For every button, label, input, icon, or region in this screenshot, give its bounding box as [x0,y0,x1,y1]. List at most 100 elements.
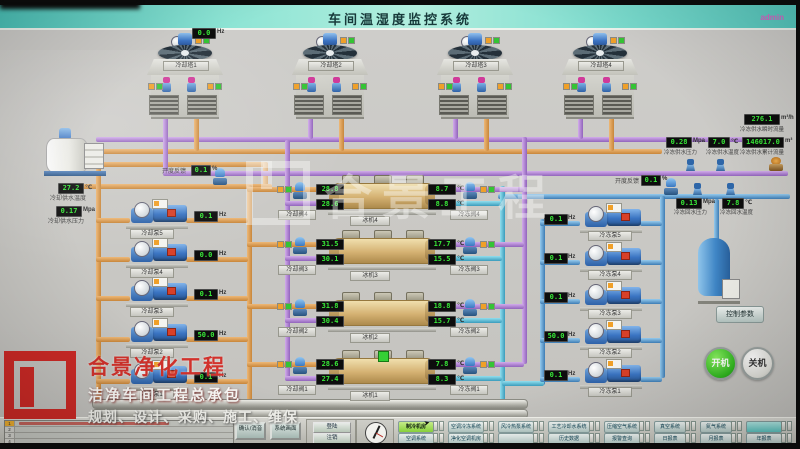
nav-hvac-cold-source[interactable]: 空调冷冻系统 [448,421,484,433]
ack-mute-button[interactable]: 确认/消音 [235,422,266,440]
cooling-pump-4[interactable] [124,238,190,268]
cooling-pump-3[interactable] [124,277,190,307]
alarm-list[interactable]: 1 2 3 4 [4,420,234,445]
nav-compressed-air[interactable]: 压缩空气系统 [604,421,640,433]
cooling-pump-5[interactable] [124,199,190,229]
chiller-label: 冰机2 [350,333,390,343]
alarm-row-number: 3 [5,433,15,438]
tower-grille [187,95,217,115]
pump-label: 冷冻泵4 [588,270,632,280]
sensor-label: 冷却供水温度 [50,193,86,202]
valve-label: 冷却阀4 [278,210,316,220]
scada-screen: 车间温湿度监控系统 admin [0,0,800,449]
dosing-tank[interactable] [46,128,104,176]
cooling-valve-icon[interactable] [293,182,307,200]
chilled-valve-icon[interactable] [463,237,477,255]
chiller-3[interactable] [332,230,432,270]
chilled-pump-3[interactable] [578,281,644,311]
chilled-valve-icon[interactable] [463,299,477,317]
valve-icon [187,77,196,92]
nav-indicator [731,421,742,431]
chilled-pump-4[interactable] [578,242,644,272]
temp-unit: ℃ [85,184,92,191]
tower-label: 冷却塔2 [308,61,354,71]
tower-grille [477,95,507,115]
status-indicator [438,83,453,90]
chilled-pump-5[interactable] [578,203,644,233]
tower-grille [332,95,362,115]
hz-unit: Hz [219,290,226,296]
temp-unit: ℃ [731,138,738,145]
cooling-tower-2[interactable]: 冷却塔2 [292,33,368,117]
chw-in-temp: 18.8 [428,301,456,312]
nav-indicator [685,433,696,443]
system-screen-button[interactable]: 系统画面 [270,422,301,440]
valve-label: 冷冻阀4 [450,210,488,220]
cooling-valve-icon[interactable] [293,237,307,255]
chiller-1[interactable] [332,350,432,390]
chiller-4[interactable] [332,175,432,215]
control-params-button[interactable]: 控制参数 [716,306,764,323]
start-button[interactable]: 开机 [704,347,737,380]
valve-icon [602,77,611,92]
alarm-row-number: 1 [5,421,15,426]
nav-extra-system[interactable] [746,421,782,433]
chw-supply-press-display: 0.28 [666,137,692,148]
cooling-tower-1[interactable]: 冷却塔1 [147,33,223,117]
pump-label: 冷冻泵2 [588,348,632,358]
valve-label: 冷却阀2 [278,327,316,337]
valve-feedback-label: 开度反馈 [615,176,639,185]
nav-indicator [639,433,650,443]
login-button[interactable]: 登陆 [313,422,351,433]
cooling-valve-icon[interactable] [293,299,307,317]
cooling-valve-icon[interactable] [293,357,307,375]
nav-vacuum[interactable]: 真空系统 [654,421,686,433]
pipe-sensor-icon [686,159,695,171]
inst-flow-display: 276.1 [744,114,780,125]
flow-unit: m³/h [781,115,794,121]
nav-indicator [483,421,494,431]
valve-label: 冷冻阀2 [450,327,488,337]
chilled-pump-2[interactable] [578,320,644,350]
stop-button[interactable]: 关机 [741,347,774,380]
manual-valve-icon[interactable] [768,157,784,172]
fan-icon [303,45,357,61]
pipe-segment [96,149,662,154]
expansion-tank[interactable] [698,238,740,304]
cw-in-temp: 28.6 [316,359,344,370]
press-unit: Mpa [703,199,715,205]
logged-in-user[interactable]: admin [760,13,784,22]
hz-unit: Hz [568,215,575,221]
login-panel: 登陆 注销 [306,419,356,445]
sensor-label: 冷冻供水瞬时流量 [740,125,784,133]
cooling-pump-2[interactable] [124,318,190,348]
hz-unit: Hz [219,251,226,257]
cooling-tower-4[interactable]: 冷却塔4 [562,33,638,117]
flow-unit: m³ [785,138,792,144]
valve-icon [307,77,316,92]
valve-icon [477,77,486,92]
cooling-pump-1[interactable] [124,360,190,390]
nav-process-cooling-water[interactable]: 工艺冷却水系统 [548,421,590,433]
nav-nitrogen[interactable]: 氮气系统 [700,421,732,433]
chiller-2[interactable] [332,292,432,332]
nav-indicator [533,433,544,443]
brand-logo-icon [4,351,78,421]
chilled-pump-1[interactable] [578,359,644,389]
temp-unit: ℃ [457,375,464,382]
status-indicator [480,303,495,310]
valve-label: 冷冻阀3 [450,265,488,275]
chw-out-temp: 8.3 [428,374,456,385]
valve-icon [162,77,171,92]
chilled-valve-icon[interactable] [463,182,477,200]
temp-unit: ℃ [457,360,464,367]
nav-air-cooled-heat-pump[interactable]: 风冷热泵系统 [498,421,534,433]
monitor-bezel [0,443,800,449]
pump-label: 冷冻泵1 [588,387,632,397]
chw-out-temp: 8.8 [428,199,456,210]
cw-out-temp: 27.4 [316,374,344,385]
temp-unit: ℃ [457,317,464,324]
pipe-segment [522,137,527,364]
chilled-valve-icon[interactable] [463,357,477,375]
cooling-tower-3[interactable]: 冷却塔3 [437,33,513,117]
